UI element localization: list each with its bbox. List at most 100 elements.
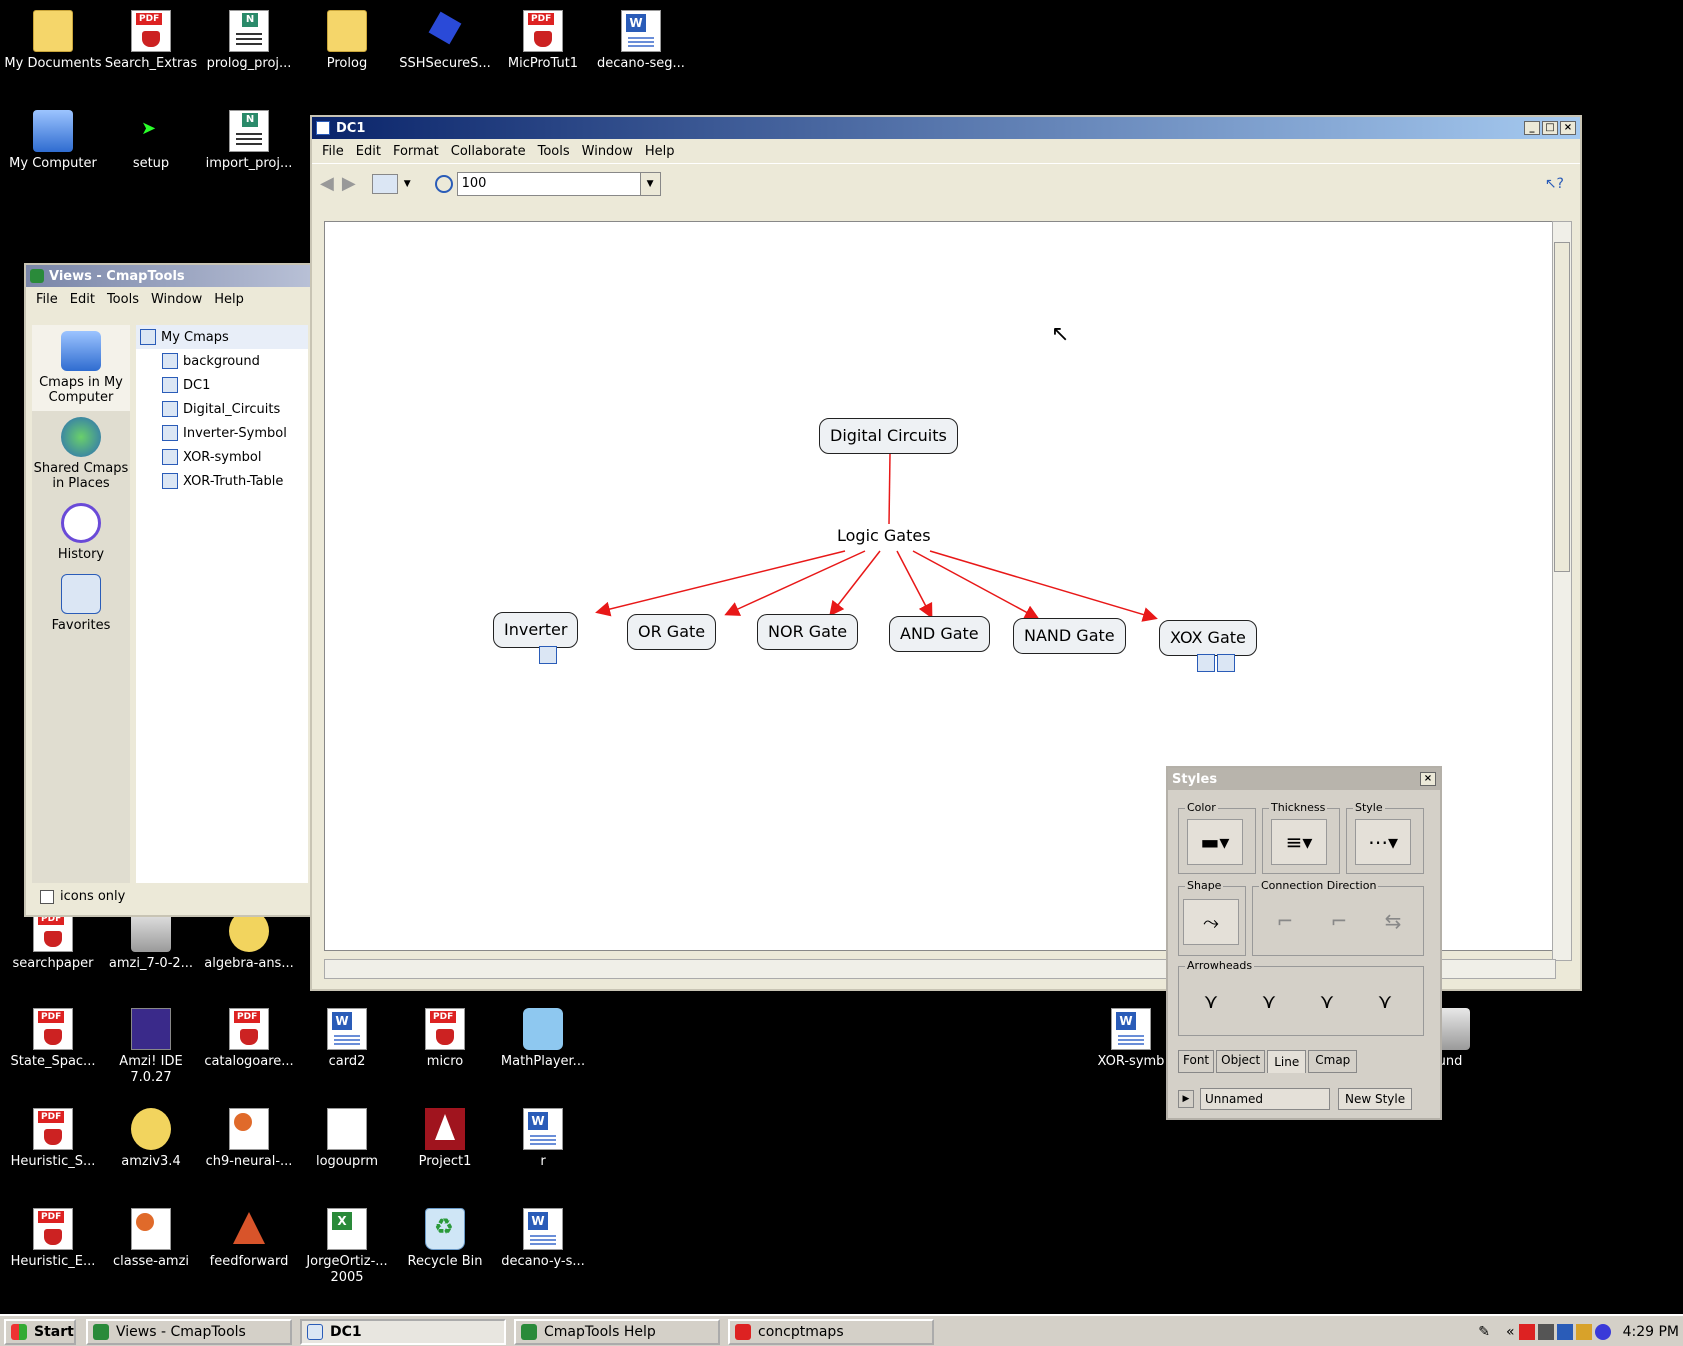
menu-tools[interactable]: Tools	[101, 292, 145, 307]
concept-inverter[interactable]: Inverter	[493, 612, 579, 648]
desktop-icon[interactable]: ch9-neural-...	[200, 1108, 298, 1170]
arrowhead-option[interactable]: ⋎	[1299, 979, 1355, 1025]
chevron-down-icon[interactable]: ▼	[404, 179, 411, 189]
start-button[interactable]: Start	[4, 1319, 76, 1345]
desktop-icon[interactable]: searchpaper	[4, 910, 102, 972]
dc1-titlebar[interactable]: DC1 _ □ ×	[312, 117, 1580, 139]
desktop-icon[interactable]: Heuristic_E...	[4, 1208, 102, 1270]
taskbar-item-dc1[interactable]: DC1	[300, 1319, 506, 1345]
menu-file[interactable]: File	[316, 144, 350, 159]
tab-object[interactable]: Object	[1216, 1050, 1266, 1073]
connection-root[interactable]	[888, 453, 891, 525]
linking-phrase-logic-gates[interactable]: Logic Gates	[837, 526, 931, 545]
direction-forward-button[interactable]: ⌐	[1257, 899, 1313, 945]
desktop-icon[interactable]: micro	[396, 1008, 494, 1070]
desktop-icon[interactable]: amzi_7-0-2...	[102, 910, 200, 972]
nav-history[interactable]: History	[32, 497, 130, 568]
desktop-icon[interactable]: r	[494, 1108, 592, 1170]
views-titlebar[interactable]: Views - CmapTools	[26, 265, 310, 287]
help-pointer-icon[interactable]: ↖?	[1545, 176, 1564, 192]
menu-edit[interactable]: Edit	[64, 292, 101, 307]
clock[interactable]: 4:29 PM	[1623, 1324, 1679, 1340]
desktop-icon[interactable]: algebra-ans...	[200, 910, 298, 972]
concept-xox-gate[interactable]: XOX Gate	[1159, 620, 1257, 656]
desktop-icon[interactable]: My Computer	[4, 110, 102, 172]
connection-and-gate[interactable]	[896, 550, 933, 619]
desktop-icon[interactable]: card2	[298, 1008, 396, 1070]
tab-cmap[interactable]: Cmap	[1308, 1050, 1358, 1073]
view-menu-icon[interactable]	[371, 173, 398, 194]
nav-shared-cmaps[interactable]: Shared Cmaps in Places	[32, 411, 130, 497]
tab-font[interactable]: Font	[1178, 1050, 1215, 1073]
desktop-icon[interactable]: Prolog	[298, 10, 396, 72]
tree-item[interactable]: background	[136, 349, 308, 373]
menu-window[interactable]: Window	[145, 292, 208, 307]
taskbar-item-concptmaps[interactable]: concptmaps	[728, 1319, 934, 1345]
menu-collaborate[interactable]: Collaborate	[445, 144, 532, 159]
zoom-select[interactable]: 100 ▼	[456, 171, 661, 196]
desktop-icon[interactable]: Heuristic_S...	[4, 1108, 102, 1170]
image-resource-icon[interactable]	[1197, 654, 1215, 672]
desktop-icon[interactable]: import_proj...	[200, 110, 298, 172]
tray-icon[interactable]	[1518, 1324, 1535, 1340]
concept-nor-gate[interactable]: NOR Gate	[757, 614, 859, 650]
desktop-icon[interactable]: logouprm	[298, 1108, 396, 1170]
concept-or-gate[interactable]: OR Gate	[627, 614, 717, 650]
desktop-icon[interactable]: decano-seg...	[592, 10, 690, 72]
play-icon[interactable]: ▶	[1178, 1090, 1194, 1108]
desktop-icon[interactable]: State_Spac...	[4, 1008, 102, 1070]
desktop-icon[interactable]: MathPlayer...	[494, 1008, 592, 1070]
tray-icon[interactable]	[1594, 1324, 1611, 1340]
desktop-icon[interactable]: Search_Extras	[102, 10, 200, 72]
connection-nor-gate[interactable]	[829, 550, 881, 617]
resource-icon[interactable]	[539, 646, 557, 664]
pen-icon[interactable]: ✎	[1478, 1324, 1490, 1340]
line-thickness-button[interactable]: ≡▾	[1271, 819, 1327, 865]
desktop-icon[interactable]: feedforward	[200, 1208, 298, 1270]
tree-item[interactable]: DC1	[136, 373, 308, 397]
tab-line[interactable]: Line	[1267, 1050, 1307, 1073]
tree-item[interactable]: Inverter-Symbol	[136, 421, 308, 445]
styles-titlebar[interactable]: Styles ×	[1168, 768, 1440, 790]
menu-edit[interactable]: Edit	[350, 144, 387, 159]
arrowhead-option[interactable]: ⋎	[1241, 979, 1297, 1025]
menu-help[interactable]: Help	[208, 292, 250, 307]
taskbar-item-views[interactable]: Views - CmapTools	[86, 1319, 292, 1345]
desktop-icon[interactable]: setup	[102, 110, 200, 172]
concept-nand-gate[interactable]: NAND Gate	[1013, 618, 1126, 654]
icons-only-option[interactable]: icons only	[40, 889, 125, 904]
back-arrow-icon[interactable]: ◀	[320, 173, 334, 194]
chevron-down-icon[interactable]: ▼	[639, 172, 660, 195]
menu-file[interactable]: File	[30, 292, 64, 307]
desktop-icon[interactable]: Amzi! IDE 7.0.27	[102, 1008, 200, 1086]
desktop-icon[interactable]: JorgeOrtiz-... 2005	[298, 1208, 396, 1286]
desktop-icon[interactable]: classe-amzi	[102, 1208, 200, 1270]
desktop-icon[interactable]: MicProTut1	[494, 10, 592, 72]
new-style-button[interactable]: New Style	[1338, 1088, 1413, 1110]
desktop-icon[interactable]: Recycle Bin	[396, 1208, 494, 1270]
arrowhead-option[interactable]: ⋎	[1357, 979, 1413, 1025]
connection-nand-gate[interactable]	[912, 550, 1040, 620]
line-style-button[interactable]: ⋯▾	[1355, 819, 1411, 865]
desktop-icon[interactable]: Project1	[396, 1108, 494, 1170]
desktop-icon[interactable]: My Documents	[4, 10, 102, 72]
desktop-icon[interactable]: amziv3.4	[102, 1108, 200, 1170]
arrowhead-option[interactable]: ⋎	[1183, 979, 1239, 1025]
desktop-icon[interactable]: prolog_proj...	[200, 10, 298, 72]
connection-xox-gate[interactable]	[929, 550, 1158, 622]
nav-favorites[interactable]: Favorites	[32, 568, 130, 639]
forward-arrow-icon[interactable]: ▶	[342, 173, 356, 194]
desktop-icon[interactable]: catalogoare...	[200, 1008, 298, 1070]
close-button[interactable]: ×	[1560, 121, 1576, 135]
nav-cmaps-in-my-computer[interactable]: Cmaps in My Computer	[32, 325, 130, 411]
desktop-icon[interactable]: SSHSecureS...	[396, 10, 494, 72]
line-shape-button[interactable]: ⤳	[1183, 899, 1239, 945]
tree-item[interactable]: XOR-symbol	[136, 445, 308, 469]
chevron-left-icon[interactable]: «	[1506, 1324, 1515, 1340]
desktop-icon[interactable]: decano-y-s...	[494, 1208, 592, 1270]
menu-window[interactable]: Window	[576, 144, 639, 159]
taskbar-item-cmaptools-help[interactable]: CmapTools Help	[514, 1319, 720, 1345]
concept-and-gate[interactable]: AND Gate	[889, 616, 990, 652]
line-color-button[interactable]: ▬▾	[1187, 819, 1243, 865]
style-name-field[interactable]: Unnamed	[1200, 1088, 1330, 1110]
